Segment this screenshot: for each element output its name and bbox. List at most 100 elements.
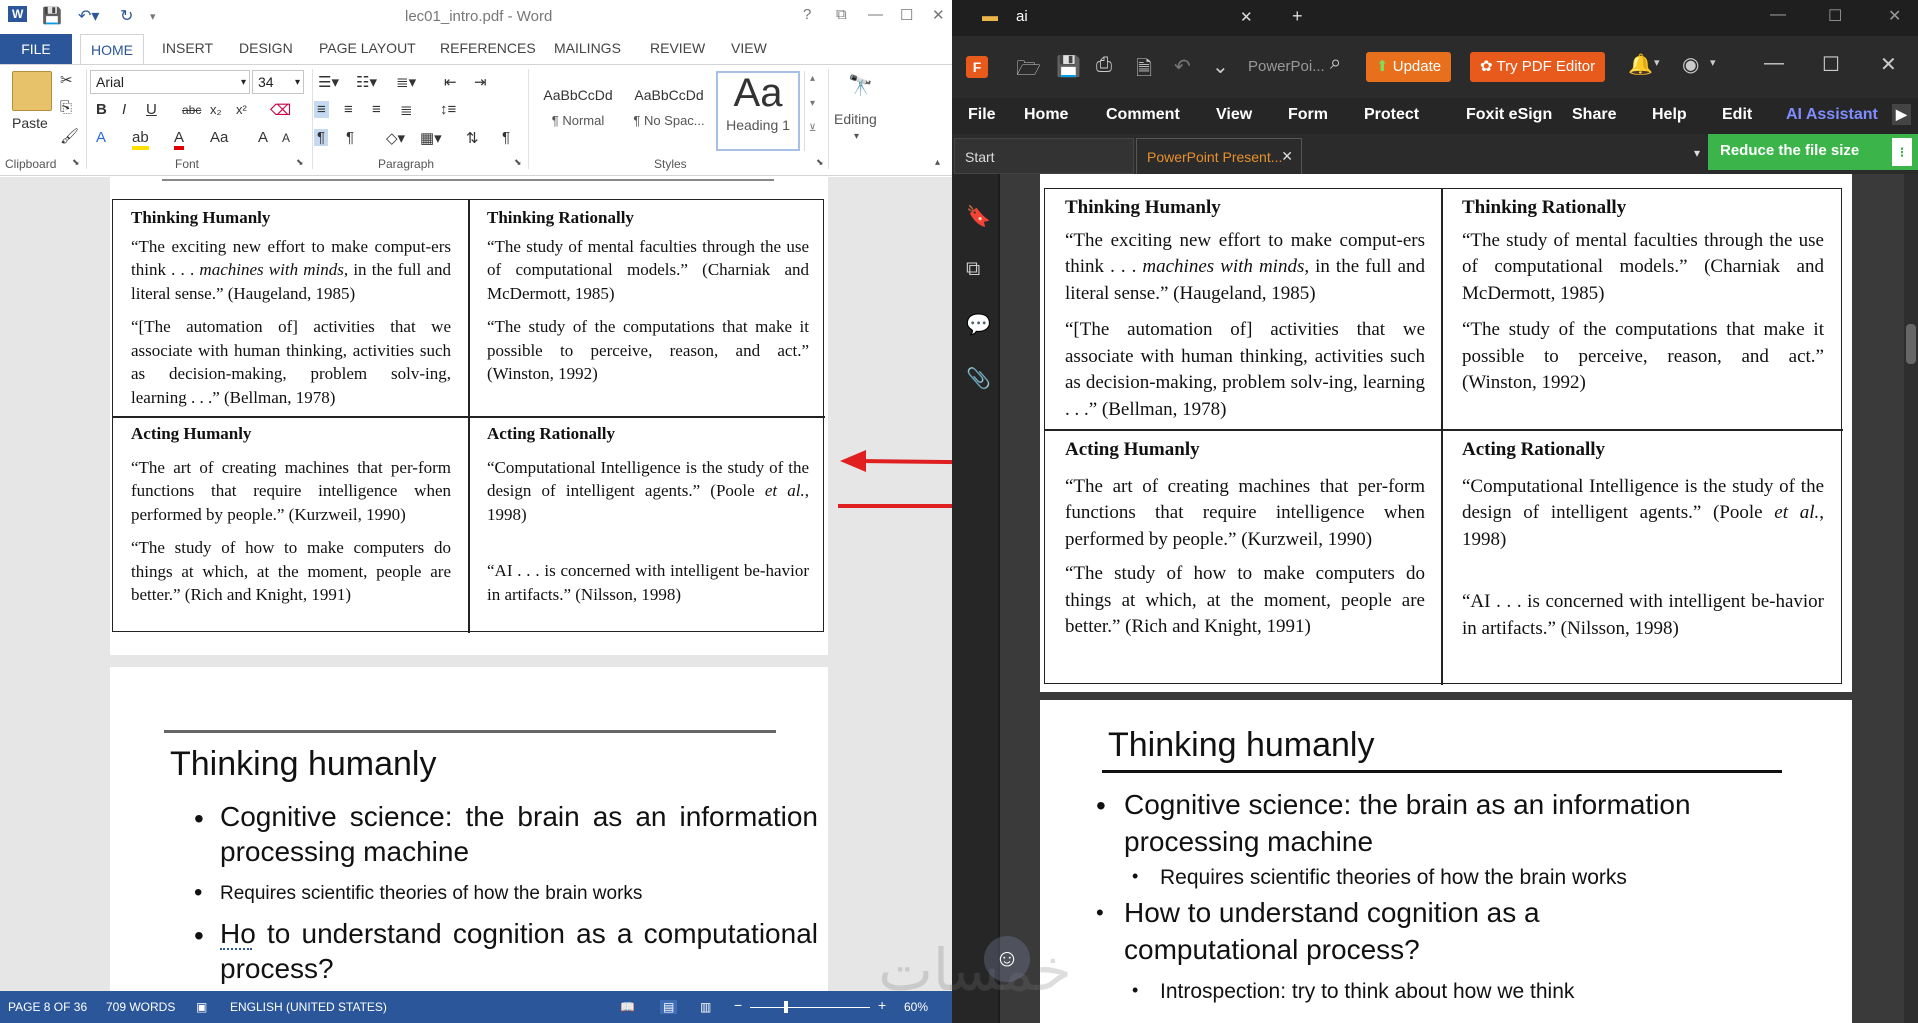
ltr-icon[interactable]: ¶ — [314, 129, 329, 146]
zoom-thumb[interactable] — [784, 1001, 788, 1013]
assistant-bot-icon[interactable]: ☺ — [984, 936, 1030, 982]
tab-file[interactable]: FILE — [0, 34, 72, 64]
align-center-icon[interactable]: ≡ — [344, 101, 353, 118]
tab-view[interactable]: VIEW — [731, 40, 767, 56]
font-name-combo[interactable]: Arial ▾ — [90, 70, 250, 94]
rtl-icon[interactable]: ¶ — [346, 129, 354, 146]
undo-icon[interactable]: ↶▾ — [78, 6, 99, 26]
language[interactable]: ENGLISH (UNITED STATES) — [230, 1000, 387, 1014]
superscript-icon[interactable]: x² — [236, 102, 247, 117]
chevron-down-icon[interactable]: ▾ — [1654, 56, 1660, 69]
line-spacing-icon[interactable]: ↕≡ — [440, 101, 456, 118]
numbering-icon[interactable]: ☷▾ — [356, 73, 377, 91]
bullets-icon[interactable]: ☰▾ — [318, 73, 339, 91]
bookmark-icon[interactable]: 🔖 — [966, 204, 991, 229]
close-tab-icon[interactable]: ✕ — [1281, 148, 1293, 165]
subscript-icon[interactable]: x₂ — [210, 102, 222, 117]
try-pdf-editor-button[interactable]: ✿ Try PDF Editor — [1470, 52, 1606, 82]
tab-design[interactable]: DESIGN — [239, 40, 293, 56]
menu-file[interactable]: File — [968, 106, 996, 124]
menu-protect[interactable]: Protect — [1364, 106, 1419, 124]
collapse-ribbon-icon[interactable]: ▴ — [935, 157, 940, 168]
styles-launcher-icon[interactable]: ⬊ — [816, 157, 824, 168]
increase-indent-icon[interactable]: ⇥ — [474, 73, 487, 91]
window-tab-ai[interactable]: ai — [1016, 8, 1028, 25]
account-icon[interactable]: ◉ — [1682, 52, 1699, 77]
align-left-icon[interactable]: ≡ — [314, 101, 329, 118]
menu-home[interactable]: Home — [1024, 106, 1068, 124]
close-tab-icon[interactable]: ✕ — [1240, 8, 1253, 26]
change-case-icon[interactable]: Aa — [210, 129, 228, 146]
decrease-indent-icon[interactable]: ⇤ — [444, 73, 457, 91]
highlight-icon[interactable]: ab — [132, 129, 149, 150]
chevron-up-icon[interactable]: ▴ — [805, 73, 820, 84]
paste-button[interactable]: Paste — [12, 115, 48, 131]
scrollbar-thumb[interactable] — [1906, 324, 1916, 364]
print-layout-icon[interactable]: ▤ — [660, 1000, 678, 1014]
minimize-icon[interactable]: — — [1764, 52, 1784, 75]
chevron-down-icon[interactable]: ▾ — [1710, 56, 1716, 69]
styles-scroll[interactable]: ▴ ▾ ⊻ — [804, 71, 820, 151]
proofing-icon[interactable]: ▣ — [196, 1000, 207, 1014]
page-count[interactable]: PAGE 8 OF 36 — [8, 1000, 87, 1014]
attachment-icon[interactable]: 📎 — [966, 366, 991, 391]
underline-icon[interactable]: U — [146, 101, 157, 118]
text-effects-icon[interactable]: A — [96, 129, 106, 146]
dropdown-icon[interactable]: ⌄ — [1212, 54, 1229, 79]
menu-share[interactable]: Share — [1572, 106, 1616, 124]
editing-button[interactable]: Editing — [834, 111, 877, 127]
shading-icon[interactable]: ◇▾ — [386, 129, 405, 147]
menu-foxit-esign[interactable]: Foxit eSign — [1466, 106, 1552, 124]
strikethrough-icon[interactable]: abc — [182, 103, 201, 117]
help-icon[interactable]: ? — [803, 6, 811, 23]
shrink-font-icon[interactable]: A — [282, 131, 290, 145]
menu-help[interactable]: Help — [1652, 106, 1687, 124]
bold-icon[interactable]: B — [96, 101, 107, 118]
menu-view[interactable]: View — [1216, 106, 1252, 124]
tab-review[interactable]: REVIEW — [650, 40, 705, 56]
word-count[interactable]: 709 WORDS — [106, 1000, 175, 1014]
maximize-icon[interactable]: ☐ — [1822, 52, 1840, 77]
open-folder-icon[interactable]: 🗁 — [1016, 54, 1041, 88]
reduce-file-size-button[interactable]: Reduce the file size ⁝ — [1708, 134, 1918, 170]
format-painter-icon[interactable]: 🖌 — [60, 127, 79, 145]
close-icon[interactable]: ✕ — [1880, 52, 1897, 77]
chevron-down-icon[interactable]: ▾ — [805, 98, 820, 109]
clear-formatting-icon[interactable]: ⌫ — [270, 101, 291, 119]
vertical-scrollbar[interactable] — [1904, 174, 1918, 1023]
tab-insert[interactable]: INSERT — [162, 40, 213, 56]
menu-edit[interactable]: Edit — [1722, 106, 1752, 124]
close-icon[interactable]: ✕ — [932, 6, 945, 24]
tab-mailings[interactable]: MAILINGS — [554, 40, 621, 56]
zoom-slider[interactable] — [750, 1007, 870, 1008]
cut-icon[interactable]: ✂ — [60, 71, 73, 89]
update-button[interactable]: ⬆ Update — [1366, 52, 1452, 82]
redo-icon[interactable]: ↻ — [120, 6, 133, 26]
italic-icon[interactable]: I — [122, 101, 126, 118]
pages-icon[interactable]: ⧉ — [966, 258, 980, 281]
style-heading-1[interactable]: Aa Heading 1 — [716, 71, 800, 151]
font-launcher-icon[interactable]: ⬊ — [296, 157, 304, 168]
undo-icon[interactable]: ↶ — [1174, 54, 1191, 79]
style-no-spacing[interactable]: AaBbCcDd ¶ No Spac... — [624, 71, 714, 151]
paragraph-launcher-icon[interactable]: ⬊ — [514, 157, 522, 168]
copy-icon[interactable]: ⎘ — [60, 99, 72, 116]
search-label[interactable]: PowerPoi... — [1248, 58, 1325, 75]
sort-icon[interactable]: ⇅ — [466, 129, 479, 147]
close-icon[interactable]: ✕ — [1888, 6, 1901, 26]
chevron-down-icon[interactable]: ▾ — [1694, 146, 1700, 160]
customize-qat-icon[interactable]: ▾ — [150, 10, 156, 23]
paste-icon[interactable] — [12, 71, 52, 111]
tab-home[interactable]: HOME — [80, 34, 144, 64]
new-tab-icon[interactable]: + — [1292, 6, 1303, 27]
maximize-icon[interactable]: ☐ — [1828, 6, 1842, 26]
menu-form[interactable]: Form — [1288, 106, 1328, 124]
clipboard-launcher-icon[interactable]: ⬊ — [72, 157, 80, 168]
font-size-combo[interactable]: 34 ▾ — [252, 70, 304, 94]
notification-icon[interactable]: 🔔 — [1628, 52, 1653, 77]
borders-icon[interactable]: ▦▾ — [420, 129, 442, 147]
minimize-icon[interactable]: — — [1770, 6, 1786, 24]
style-normal[interactable]: AaBbCcDd ¶ Normal — [534, 71, 622, 151]
tab-page-layout[interactable]: PAGE LAYOUT — [319, 40, 416, 56]
save-icon[interactable]: 💾 — [42, 6, 62, 26]
